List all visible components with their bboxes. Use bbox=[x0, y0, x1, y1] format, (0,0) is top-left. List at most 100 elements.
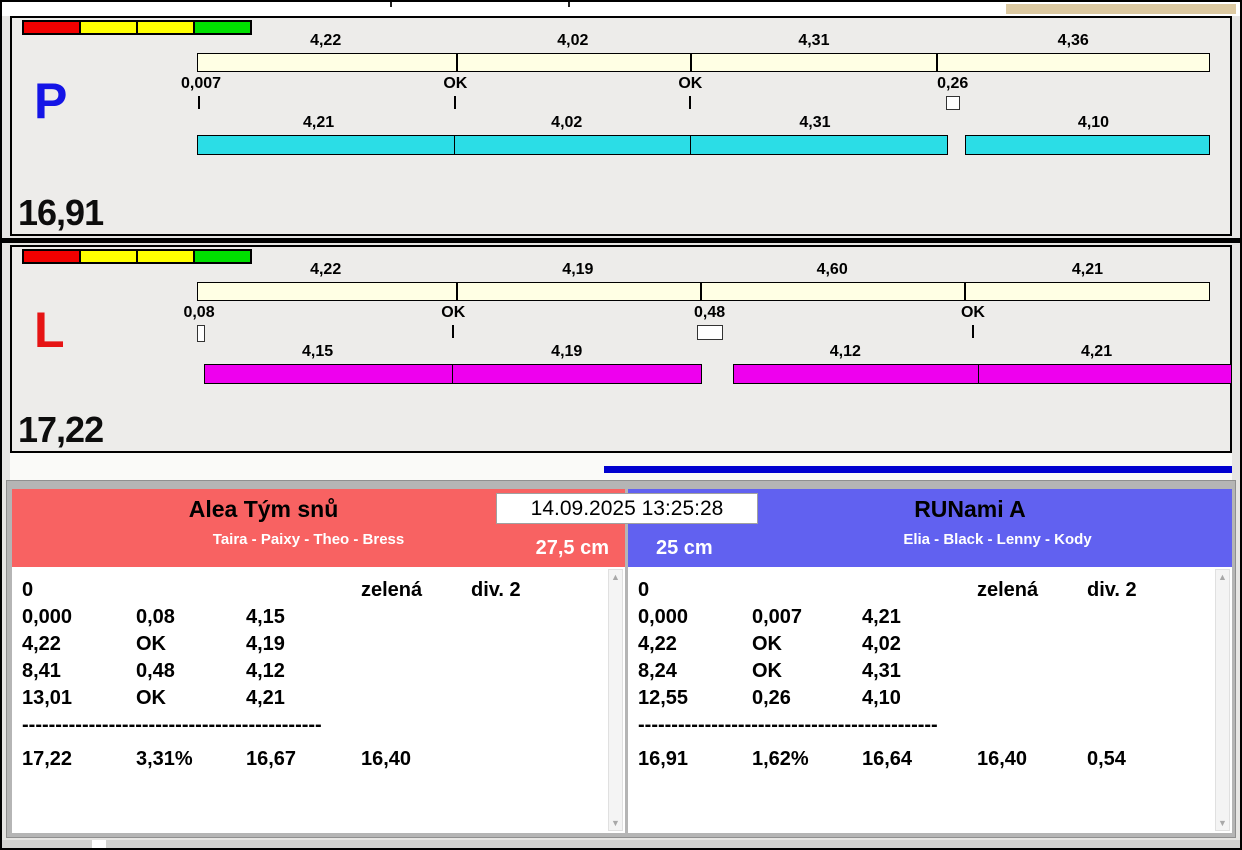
run-bar-segment bbox=[978, 364, 1233, 384]
scroll-down-icon[interactable]: ▼ bbox=[1216, 818, 1229, 828]
summary-row: 16,91 1,62% 16,64 16,40 0,54 bbox=[628, 746, 1232, 773]
scrollbar[interactable]: ▲ ▼ bbox=[608, 569, 623, 831]
lane-left-panel: L 4,22 4,19 4,60 4,21 0,08 OK 0,48 OK 4,… bbox=[10, 245, 1233, 453]
result-cell bbox=[1087, 631, 1232, 658]
exchange-labels: 0,08 OK 0,48 OK bbox=[183, 304, 1210, 322]
status-light-yellow-2 bbox=[136, 20, 195, 35]
team-results-area[interactable]: 0 zelená div. 2 0,000 0,08 4,15 4,22 OK bbox=[12, 567, 625, 833]
separator-row: ----------------------------------------… bbox=[12, 712, 625, 739]
run-bar-segment bbox=[964, 135, 1210, 155]
run-split-times: 4,21 4,02 4,31 4,10 bbox=[197, 114, 1210, 132]
result-cell: 4,15 bbox=[246, 606, 285, 628]
result-cell: OK bbox=[136, 633, 166, 655]
status-light-red bbox=[22, 249, 81, 264]
result-cell: 4,12 bbox=[246, 660, 285, 682]
split-time: 4,15 bbox=[301, 343, 334, 360]
result-cell bbox=[471, 631, 625, 658]
exchange-label: OK bbox=[443, 75, 468, 92]
exchange-label: 0,08 bbox=[183, 304, 215, 321]
bar-divider bbox=[455, 54, 458, 71]
summary-cell: 1,62% bbox=[752, 748, 809, 770]
exchange-label: OK bbox=[960, 304, 985, 321]
result-row: 12,55 0,26 4,10 bbox=[628, 685, 1232, 712]
team-results-area[interactable]: 0 zelená div. 2 0,000 0,007 4,21 4,22 OK bbox=[628, 567, 1232, 833]
result-cell: 13,01 bbox=[22, 687, 73, 709]
ideal-split-times: 4,22 4,19 4,60 4,21 bbox=[197, 261, 1210, 279]
result-cell: zelená bbox=[361, 579, 423, 601]
datetime-display: 14.09.2025 13:25:28 bbox=[496, 493, 758, 524]
scrollbar[interactable]: ▲ ▼ bbox=[1215, 569, 1230, 831]
run-split-times: 4,15 4,19 4,12 4,21 bbox=[197, 343, 1210, 361]
result-cell bbox=[977, 658, 1087, 685]
result-cell: 12,55 bbox=[638, 687, 689, 709]
split-time: 4,02 bbox=[557, 32, 589, 49]
result-cell: div. 2 bbox=[471, 579, 521, 601]
result-cell: 0,26 bbox=[752, 687, 791, 709]
result-cell: 8,41 bbox=[22, 660, 61, 682]
split-time: 4,19 bbox=[551, 343, 583, 360]
result-row: 0,000 0,08 4,15 bbox=[12, 604, 625, 631]
split-time: 4,10 bbox=[1077, 114, 1110, 131]
scroll-down-icon[interactable]: ▼ bbox=[609, 818, 622, 828]
jump-height-label: 25 cm bbox=[656, 537, 713, 559]
result-cell: 4,02 bbox=[862, 633, 901, 655]
result-row: 8,24 OK 4,31 bbox=[628, 658, 1232, 685]
split-time: 4,31 bbox=[798, 32, 830, 49]
scroll-up-icon[interactable]: ▲ bbox=[609, 572, 622, 582]
result-cell: 0,000 bbox=[638, 606, 689, 628]
run-bar-segment bbox=[454, 135, 692, 155]
summary-cell: 16,67 bbox=[246, 748, 297, 770]
result-cell bbox=[862, 577, 977, 604]
bar-divider bbox=[700, 283, 703, 300]
team-panel-right: RUNami A Elia - Black - Lenny - Kody 25 … bbox=[628, 489, 1232, 833]
separator-row: ----------------------------------------… bbox=[628, 712, 1232, 739]
summary-cell: 0,54 bbox=[1087, 748, 1126, 770]
split-time: 4,22 bbox=[310, 261, 342, 278]
run-bar-segment bbox=[732, 364, 980, 384]
result-cell: 8,24 bbox=[638, 660, 677, 682]
summary-cell: 16,91 bbox=[638, 748, 689, 770]
split-time: 4,36 bbox=[1057, 32, 1089, 49]
bar-divider bbox=[936, 54, 939, 71]
split-time: 4,21 bbox=[1071, 261, 1103, 278]
result-cell bbox=[246, 577, 361, 604]
scroll-up-icon[interactable]: ▲ bbox=[1216, 572, 1229, 582]
result-cell bbox=[361, 631, 471, 658]
result-cell: OK bbox=[752, 633, 782, 655]
result-cell: 4,22 bbox=[22, 633, 61, 655]
bar-divider bbox=[964, 283, 967, 300]
results-panel: 14.09.2025 13:25:28 Alea Tým snů Taira -… bbox=[6, 480, 1236, 838]
blue-progress-line bbox=[604, 466, 1232, 473]
summary-cell: 16,64 bbox=[862, 748, 913, 770]
exchange-label: 0,26 bbox=[937, 75, 969, 92]
window-tab-mark bbox=[568, 2, 570, 7]
result-row: 4,22 OK 4,19 bbox=[12, 631, 625, 658]
summary-row: 17,22 3,31% 16,67 16,40 bbox=[12, 746, 625, 773]
split-time: 4,02 bbox=[551, 114, 583, 131]
result-cell bbox=[1087, 658, 1232, 685]
result-cell bbox=[361, 604, 471, 631]
exchange-checkbox[interactable] bbox=[696, 325, 723, 340]
ideal-time-bar bbox=[197, 53, 1210, 72]
result-row: 0 zelená div. 2 bbox=[12, 577, 625, 604]
separator-strip bbox=[10, 453, 1232, 480]
split-time: 4,22 bbox=[310, 32, 342, 49]
exchange-checkbox[interactable] bbox=[197, 325, 206, 342]
result-cell: 0 bbox=[22, 579, 34, 601]
separator-dashes: ----------------------------------------… bbox=[638, 714, 938, 736]
team-members: Taira - Paixy - Theo - Bress bbox=[212, 531, 405, 548]
lane-total-time: 16,91 bbox=[18, 192, 104, 233]
exchange-checkbox[interactable] bbox=[945, 96, 960, 110]
run-bar-segment bbox=[197, 135, 456, 155]
result-cell: div. 2 bbox=[1087, 579, 1137, 601]
result-cell bbox=[471, 604, 625, 631]
result-cell bbox=[1087, 685, 1232, 712]
result-row: 8,41 0,48 4,12 bbox=[12, 658, 625, 685]
split-time: 4,12 bbox=[829, 343, 861, 360]
bottom-notch bbox=[92, 840, 106, 848]
summary-cell: 16,40 bbox=[977, 748, 1028, 770]
result-cell bbox=[361, 685, 471, 712]
result-cell: 0,007 bbox=[752, 606, 803, 628]
exchange-tick bbox=[452, 325, 455, 338]
result-cell: 4,21 bbox=[246, 687, 285, 709]
